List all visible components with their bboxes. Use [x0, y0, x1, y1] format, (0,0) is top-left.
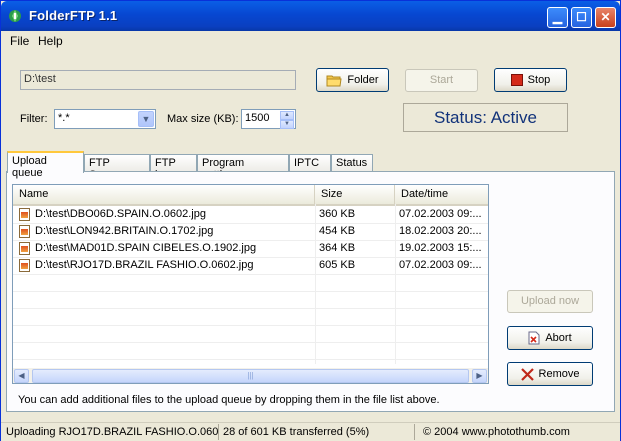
max-size-label: Max size (KB):	[167, 113, 239, 125]
status-copyright: © 2004 www.photothumb.com	[423, 426, 570, 438]
list-header: Name Size Date/time	[13, 185, 488, 206]
status-uploading: Uploading RJO17D.BRAZIL FASHIO.O.0602	[1, 424, 219, 440]
upload-now-button[interactable]: Upload now	[507, 290, 593, 313]
max-size-stepper[interactable]: 1500 ▲ ▼	[241, 109, 296, 129]
jpg-file-icon	[19, 242, 30, 255]
jpg-file-icon	[19, 208, 30, 221]
spin-buttons[interactable]: ▲ ▼	[280, 111, 294, 129]
minimize-button[interactable]: ▁	[547, 7, 568, 28]
drop-hint-text: You can add additional files to the uplo…	[18, 394, 440, 406]
window-title: FolderFTP 1.1	[29, 8, 118, 23]
horizontal-scrollbar[interactable]: ◀ ||| ▶	[13, 368, 488, 383]
folder-path-field[interactable]: D:\test	[20, 70, 296, 90]
row-divider	[13, 291, 488, 292]
minimize-icon: ▁	[552, 10, 563, 24]
row-divider	[13, 359, 488, 360]
row-divider	[13, 342, 488, 343]
column-name[interactable]: Name	[13, 185, 315, 204]
menu-file[interactable]: File	[10, 34, 29, 48]
scroll-thumb[interactable]: |||	[32, 369, 469, 383]
menu-bar: File Help	[1, 32, 620, 50]
tab-ftp-server[interactable]: FTP Server	[84, 154, 150, 181]
file-size: 360 KB	[319, 208, 356, 220]
menu-help[interactable]: Help	[38, 34, 63, 48]
file-size: 454 KB	[319, 225, 356, 237]
filter-value: *.*	[58, 112, 70, 124]
maximize-icon: ☐	[576, 10, 587, 24]
remove-button[interactable]: Remove	[507, 362, 593, 386]
status-transferred: 28 of 601 KB transferred (5%)	[219, 424, 415, 440]
file-datetime: 07.02.2003 09:...	[399, 208, 482, 220]
stop-icon	[510, 74, 523, 87]
row-divider	[13, 308, 488, 309]
stop-button[interactable]: Stop	[494, 68, 567, 92]
folder-button-label: Folder	[347, 74, 379, 86]
file-size: 605 KB	[319, 259, 356, 271]
tab-iptc[interactable]: IPTC	[289, 154, 331, 172]
file-size: 364 KB	[319, 242, 356, 254]
status-bar: Uploading RJO17D.BRAZIL FASHIO.O.0602 28…	[1, 422, 620, 441]
abort-button-label: Abort	[545, 332, 572, 344]
file-datetime: 07.02.2003 09:...	[399, 259, 482, 271]
file-name: D:\test\RJO17D.BRAZIL FASHIO.O.0602.jpg	[35, 259, 254, 271]
column-datetime[interactable]: Date/time	[395, 185, 488, 204]
file-name: D:\test\MAD01D.SPAIN CIBELES.O.1902.jpg	[35, 242, 257, 254]
main-window: FolderFTP 1.1 ▁ ☐ ✕ File Help D:\test Fo…	[0, 0, 621, 441]
row-divider	[13, 257, 488, 258]
upload-queue-list[interactable]: Name Size Date/time D:\test\DBO06D.SPAIN…	[12, 184, 489, 384]
abort-icon	[528, 331, 540, 345]
file-datetime: 19.02.2003 15:...	[399, 242, 482, 254]
file-datetime: 18.02.2003 20:...	[399, 225, 482, 237]
remove-button-label: Remove	[538, 368, 580, 380]
title-bar[interactable]: FolderFTP 1.1 ▁ ☐ ✕	[1, 1, 620, 31]
table-row[interactable]: D:\test\RJO17D.BRAZIL FASHIO.O.0602.jpg …	[13, 257, 488, 274]
close-icon: ✕	[600, 10, 611, 24]
filter-select[interactable]: *.* ▼	[54, 109, 156, 129]
row-divider	[13, 325, 488, 326]
folder-icon	[326, 75, 342, 87]
tab-program-settings[interactable]: Program settings	[197, 154, 289, 181]
spin-down-icon[interactable]: ▼	[280, 120, 294, 129]
jpg-file-icon	[19, 259, 30, 272]
tab-status[interactable]: Status	[331, 154, 373, 172]
row-divider	[13, 274, 488, 275]
upload-now-label: Upload now	[520, 295, 580, 307]
row-divider	[13, 223, 488, 224]
close-button[interactable]: ✕	[595, 7, 616, 28]
max-size-value: 1500	[245, 112, 270, 124]
chevron-down-icon[interactable]: ▼	[138, 111, 154, 127]
file-name: D:\test\LON942.BRITAIN.O.1702.jpg	[35, 225, 214, 237]
app-icon	[9, 10, 21, 22]
start-button-label: Start	[429, 74, 454, 86]
table-row[interactable]: D:\test\LON942.BRITAIN.O.1702.jpg 454 KB…	[13, 223, 488, 240]
file-name: D:\test\DBO06D.SPAIN.O.0602.jpg	[35, 208, 206, 220]
abort-button[interactable]: Abort	[507, 326, 593, 350]
remove-icon	[520, 367, 534, 381]
tab-upload-queue[interactable]: Upload queue	[7, 151, 84, 179]
tab-ftp-log[interactable]: FTP log	[150, 154, 197, 181]
status-indicator: Status: Active	[403, 103, 568, 132]
jpg-file-icon	[19, 225, 30, 238]
scroll-left-icon[interactable]: ◀	[14, 369, 29, 383]
start-button[interactable]: Start	[405, 69, 478, 92]
table-row[interactable]: D:\test\DBO06D.SPAIN.O.0602.jpg 360 KB 0…	[13, 206, 488, 223]
scroll-right-icon[interactable]: ▶	[472, 369, 487, 383]
table-row[interactable]: D:\test\MAD01D.SPAIN CIBELES.O.1902.jpg …	[13, 240, 488, 257]
maximize-button[interactable]: ☐	[571, 7, 592, 28]
stop-button-label: Stop	[527, 74, 551, 86]
filter-label: Filter:	[20, 113, 48, 125]
row-divider	[13, 240, 488, 241]
folder-button[interactable]: Folder	[316, 68, 389, 92]
column-size[interactable]: Size	[315, 185, 395, 204]
spin-up-icon[interactable]: ▲	[280, 111, 294, 120]
